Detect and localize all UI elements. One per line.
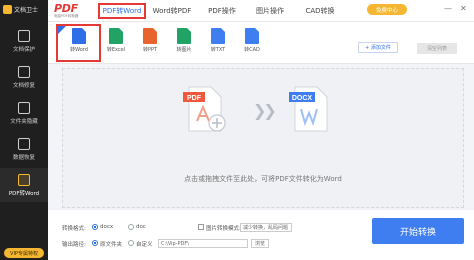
docx-badge-text: DOCX bbox=[292, 95, 313, 102]
drop-hint-text: 点击或拖拽文件至此处，可将PDF文件转化为Word bbox=[184, 175, 342, 183]
minimize-icon[interactable]: — bbox=[444, 5, 452, 13]
format-to-word[interactable]: 转Word bbox=[61, 28, 97, 56]
app-window: 文档卫士 文档保护 文档修复 文件夹隐藏 数据恢复 PDF转Word VIP专属… bbox=[0, 0, 474, 260]
top-bar: PDF 电脑PDF转换器 PDF转Word Word转PDF PDF操作 图片操… bbox=[48, 0, 474, 22]
folder-icon bbox=[18, 101, 30, 114]
ocr-mode-select[interactable]: 减少转换，乱码问题 bbox=[240, 223, 292, 232]
sidebar-item-folder-hide[interactable]: 文件夹隐藏 bbox=[0, 96, 48, 130]
sidebar-item-label: PDF转Word bbox=[8, 190, 40, 197]
browse-button[interactable]: 浏览 bbox=[251, 239, 269, 248]
excel-file-icon bbox=[109, 28, 123, 44]
output-custom-label: 自定义 bbox=[136, 242, 153, 248]
output-path-label: 输出路径: bbox=[62, 242, 86, 248]
vip-privilege-button[interactable]: VIP专属特权 bbox=[4, 248, 44, 258]
add-file-button[interactable]: + 添加文件 bbox=[358, 42, 398, 53]
logo-subtitle: 电脑PDF转换器 bbox=[54, 14, 79, 18]
ppt-file-icon bbox=[143, 28, 157, 44]
sidebar-item-label: 文件夹隐藏 bbox=[10, 118, 38, 125]
format-label: 转PPT bbox=[142, 47, 158, 53]
cad-file-icon bbox=[245, 28, 259, 44]
brand-logo-icon bbox=[3, 4, 12, 14]
docx-file-icon: DOCX bbox=[289, 86, 328, 132]
brand-name: 文档卫士 bbox=[14, 6, 39, 14]
sidebar-item-document-protect[interactable]: 文档保护 bbox=[0, 24, 48, 58]
output-custom-radio[interactable] bbox=[128, 240, 134, 246]
format-label: 转TXT bbox=[210, 47, 226, 53]
format-doc-label: doc bbox=[136, 224, 146, 230]
format-to-excel[interactable]: 转Excel bbox=[98, 28, 134, 56]
format-label: 转换格式: bbox=[62, 226, 86, 232]
output-source-radio[interactable] bbox=[92, 240, 98, 246]
tab-word-to-pdf[interactable]: Word转PDF bbox=[148, 3, 196, 19]
sidebar-item-data-recovery[interactable]: 数据恢复 bbox=[0, 132, 48, 166]
sidebar-item-label: 数据恢复 bbox=[12, 154, 35, 161]
format-to-cad[interactable]: 转CAD bbox=[234, 28, 270, 56]
output-path-input[interactable]: C:\Vip-PDF\ bbox=[158, 239, 248, 248]
txt-file-icon bbox=[211, 28, 225, 44]
shield-icon bbox=[18, 29, 30, 42]
word-file-icon bbox=[72, 28, 86, 44]
tab-image-operations[interactable]: 图片操作 bbox=[248, 3, 292, 19]
image-file-icon bbox=[177, 28, 191, 44]
app-logo: PDF 电脑PDF转换器 bbox=[54, 2, 78, 19]
wrench-icon bbox=[18, 65, 30, 78]
start-convert-button[interactable]: 开始转换 bbox=[372, 218, 464, 244]
format-toolbar: 转Word 转Excel 转PPT 转图片 转TXT 转CAD + 添加文件 清… bbox=[48, 22, 474, 64]
free-center-button[interactable]: 免费中心 bbox=[367, 4, 407, 15]
tab-pdf-operations[interactable]: PDF操作 bbox=[200, 3, 244, 19]
format-label: 转CAD bbox=[244, 47, 260, 53]
format-docx-radio[interactable] bbox=[92, 224, 98, 230]
format-label: 转Word bbox=[70, 47, 88, 53]
convert-arrow-icon: ❯❯ bbox=[253, 101, 277, 120]
clear-list-button[interactable]: 清空列表 bbox=[417, 43, 457, 54]
format-docx-label: docx bbox=[100, 224, 114, 230]
sidebar-item-pdf-to-word[interactable]: PDF转Word bbox=[0, 168, 48, 202]
ocr-mode-label: 图片转换模式: bbox=[206, 226, 241, 232]
close-icon[interactable]: ✕ bbox=[460, 5, 467, 13]
format-label: 转图片 bbox=[176, 47, 192, 53]
brand: 文档卫士 bbox=[0, 0, 48, 18]
file-drop-zone[interactable]: PDF ❯❯ DOCX 点击或拖拽文件至此处，可将PDF文件转化为Word bbox=[62, 68, 464, 208]
format-to-txt[interactable]: 转TXT bbox=[200, 28, 236, 56]
tab-pdf-to-word[interactable]: PDF转Word bbox=[98, 3, 146, 19]
format-label: 转Excel bbox=[106, 47, 126, 53]
format-doc-radio[interactable] bbox=[128, 224, 134, 230]
restore-icon bbox=[18, 137, 30, 150]
format-to-ppt[interactable]: 转PPT bbox=[132, 28, 168, 56]
sidebar-item-label: 文档修复 bbox=[12, 82, 35, 89]
format-to-image[interactable]: 转图片 bbox=[166, 28, 202, 56]
ocr-mode-checkbox[interactable] bbox=[198, 224, 204, 230]
pdf-badge-text: PDF bbox=[187, 95, 202, 102]
tab-cad-convert[interactable]: CAD转换 bbox=[298, 3, 342, 19]
pdf-convert-icon bbox=[18, 173, 30, 186]
sidebar-item-document-repair[interactable]: 文档修复 bbox=[0, 60, 48, 94]
pdf-file-icon: PDF bbox=[183, 86, 226, 132]
sidebar-item-label: 文档保护 bbox=[12, 46, 35, 53]
output-source-label: 原文件夹 bbox=[100, 242, 123, 248]
conversion-settings: 转换格式: docx doc 图片转换模式: 减少转换，乱码问题 输出路径: 原… bbox=[48, 210, 474, 260]
sidebar: 文档卫士 文档保护 文档修复 文件夹隐藏 数据恢复 PDF转Word VIP专属… bbox=[0, 0, 48, 260]
